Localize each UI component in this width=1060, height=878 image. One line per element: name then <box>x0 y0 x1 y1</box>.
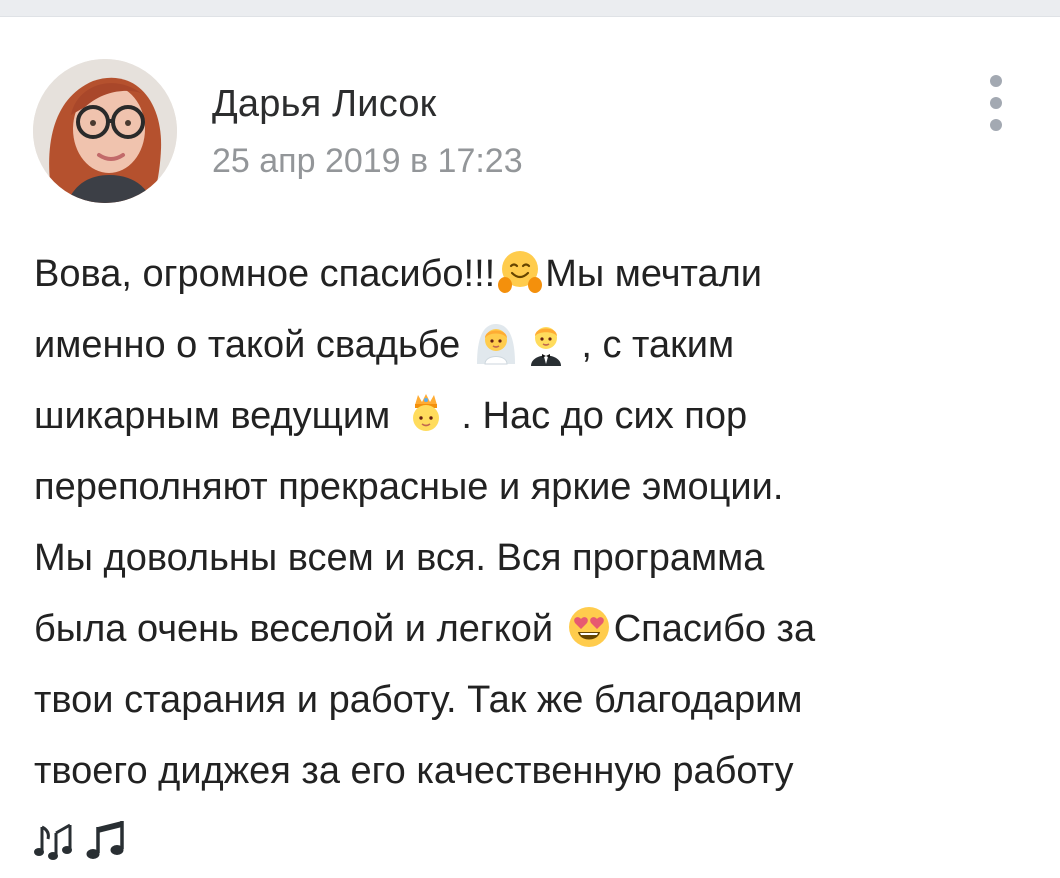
prince-icon <box>403 391 449 437</box>
avatar-image <box>33 59 177 203</box>
post-text-line: твоего диджея за его качественную работу <box>34 750 794 792</box>
post-text-line <box>34 807 1034 878</box>
musical-notes-icon <box>34 817 80 863</box>
man-in-tuxedo-icon <box>523 320 569 366</box>
post-text: Вова, огромное спасибо!!! Мы мечтали имен… <box>34 239 1034 878</box>
bride-with-veil-icon <box>473 320 519 366</box>
post-text-line: Вова, огромное спасибо!!! Мы мечтали <box>34 239 1034 310</box>
post-text-line: Мы довольны всем и вся. Вся программа <box>34 537 765 579</box>
post-text-line: именно о такой свадьбе , с таким <box>34 310 1034 381</box>
post-text-line: была очень веселой и легкой Спасибо за <box>34 594 1034 665</box>
comment-post: Дарья Лисок 25 апр 2019 в 17:23 Вова, ог… <box>0 17 1060 860</box>
hugging-face-icon <box>497 249 543 295</box>
heart-eyes-face-icon <box>566 604 612 650</box>
author-name[interactable]: Дарья Лисок <box>212 83 437 126</box>
musical-note-icon <box>84 817 130 863</box>
post-date[interactable]: 25 апр 2019 в 17:23 <box>212 142 523 181</box>
more-dots-icon <box>990 75 1002 87</box>
avatar[interactable] <box>33 59 177 203</box>
post-text-line: шикарным ведущим . Нас до сих пор <box>34 381 1034 452</box>
post-text-line: твои старания и работу. Так же благодари… <box>34 679 803 721</box>
top-divider-strip <box>0 0 1060 17</box>
post-text-line: переполняют прекрасные и яркие эмоции. <box>34 466 784 508</box>
more-options-button[interactable] <box>978 75 1014 131</box>
